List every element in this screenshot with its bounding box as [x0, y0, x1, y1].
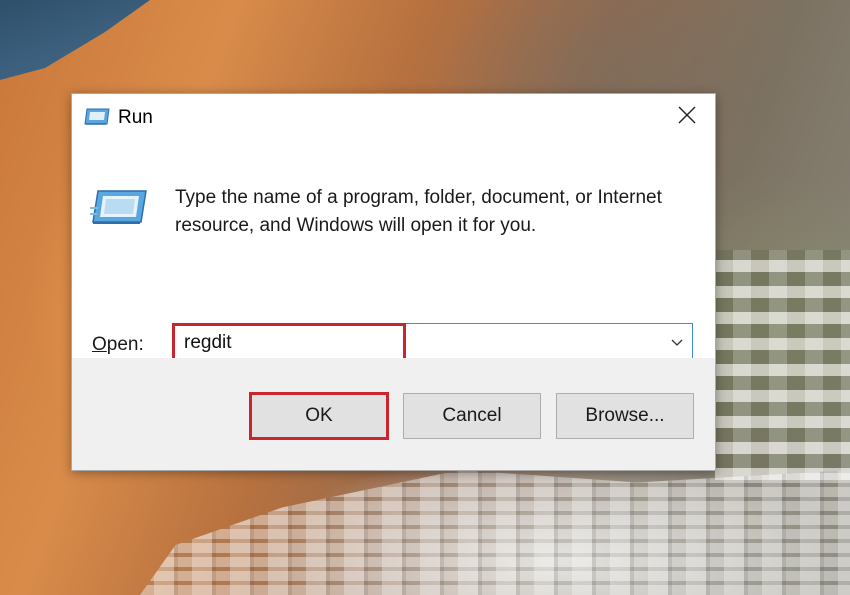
run-icon [84, 108, 110, 126]
open-label: Open: [92, 334, 144, 356]
wallpaper-houses [715, 250, 850, 480]
cancel-button[interactable]: Cancel [403, 393, 541, 439]
close-icon [678, 106, 696, 129]
wallpaper-village [140, 470, 850, 595]
run-dialog: Run Type the name of a program, folder, … [71, 93, 716, 471]
dialog-title: Run [118, 107, 153, 128]
chevron-down-icon [671, 334, 683, 352]
open-label-accesskey: O [92, 334, 107, 355]
wallpaper-sea [0, 0, 150, 80]
run-icon [90, 188, 148, 230]
open-label-text: pen: [106, 334, 144, 355]
open-input[interactable] [184, 330, 654, 356]
close-button[interactable] [659, 94, 715, 140]
dialog-body: Type the name of a program, folder, docu… [72, 142, 715, 364]
browse-button[interactable]: Browse... [556, 393, 694, 439]
button-bar: OK Cancel Browse... [72, 358, 715, 470]
title-bar: Run [72, 94, 715, 142]
dropdown-button[interactable] [662, 324, 692, 362]
ok-button[interactable]: OK [250, 393, 388, 439]
dialog-description: Type the name of a program, folder, docu… [175, 187, 662, 236]
open-combobox[interactable] [173, 323, 693, 363]
